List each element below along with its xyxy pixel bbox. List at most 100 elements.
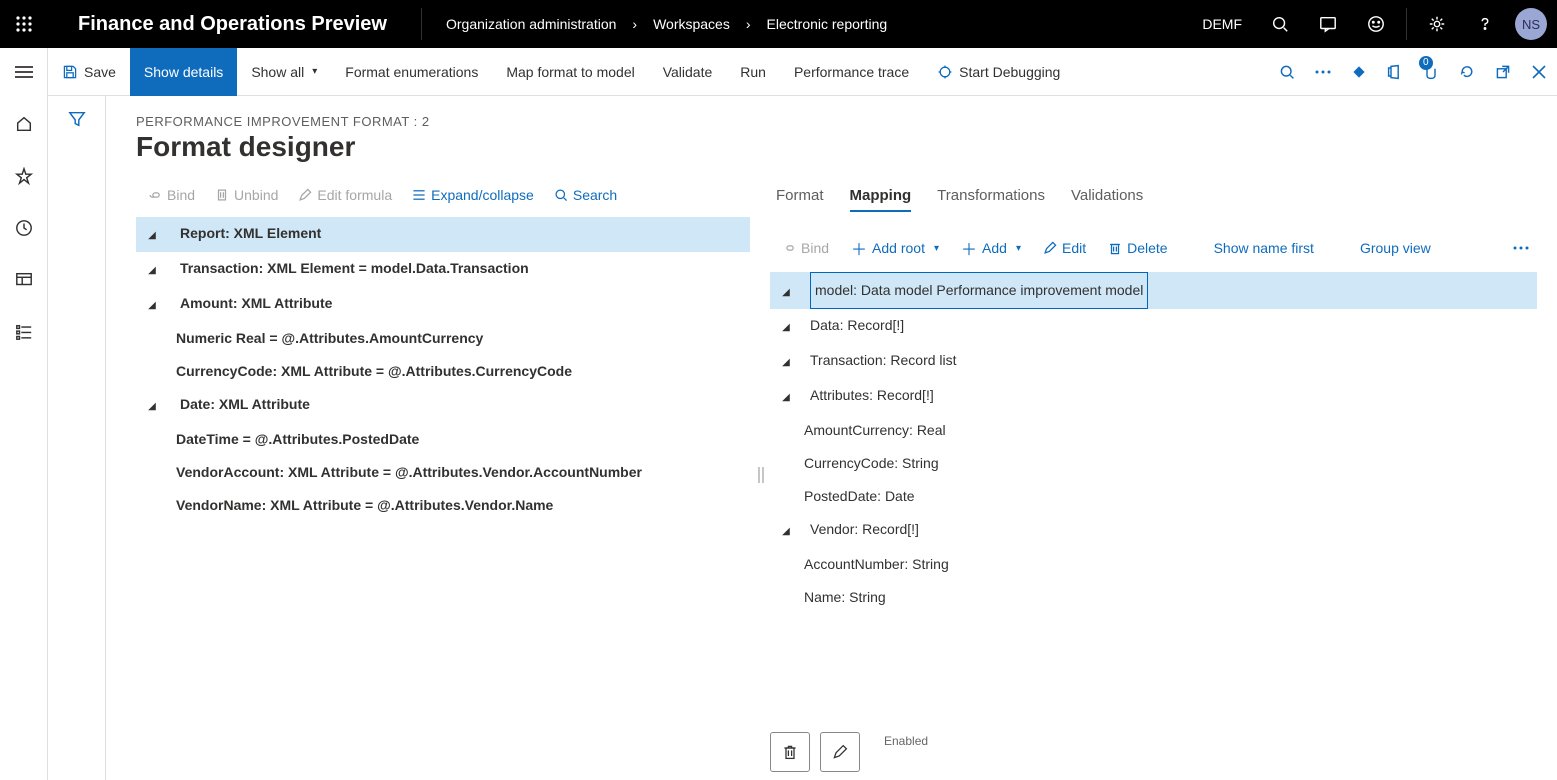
search-icon[interactable] <box>1269 48 1305 96</box>
hamburger-icon[interactable] <box>0 54 48 90</box>
home-icon[interactable] <box>0 106 48 142</box>
app-launcher-icon[interactable] <box>0 0 48 48</box>
more-icon[interactable] <box>1305 48 1341 96</box>
tree-node[interactable]: ◢Amount: XML Attribute <box>136 287 750 322</box>
command-bar: Save Show details Show all ▾ Format enum… <box>48 48 1557 96</box>
top-bar: Finance and Operations Preview Organizat… <box>0 0 1557 48</box>
search-button[interactable]: Search <box>548 183 623 207</box>
collapse-icon[interactable]: ◢ <box>146 390 158 423</box>
edit-formula-button[interactable]: Edit formula <box>292 183 398 207</box>
help-icon[interactable] <box>1461 0 1509 48</box>
tree-node[interactable]: CurrencyCode: XML Attribute = @.Attribut… <box>136 355 750 388</box>
tree-node[interactable]: Numeric Real = @.Attributes.AmountCurren… <box>136 322 750 355</box>
clock-icon[interactable] <box>0 210 48 246</box>
format-tree: ◢Report: XML Element ◢Transaction: XML E… <box>136 217 750 522</box>
add-root-button[interactable]: ＋Add root▾ <box>843 232 947 264</box>
tab-transformations[interactable]: Transformations <box>937 183 1045 212</box>
collapse-icon[interactable]: ◢ <box>146 219 158 252</box>
more-icon[interactable] <box>1505 242 1537 254</box>
gear-icon[interactable] <box>1413 0 1461 48</box>
tree-node[interactable]: AccountNumber: String <box>770 548 1537 581</box>
office-icon[interactable] <box>1377 48 1413 96</box>
tree-node[interactable]: Name: String <box>770 581 1537 614</box>
tree-node[interactable]: AmountCurrency: Real <box>770 414 1537 447</box>
smiley-icon[interactable] <box>1352 0 1400 48</box>
save-button[interactable]: Save <box>48 48 130 96</box>
bottom-bar: Enabled <box>770 718 1537 780</box>
tree-node[interactable]: VendorName: XML Attribute = @.Attributes… <box>136 489 750 522</box>
chevron-right-icon: › <box>746 16 751 32</box>
diamond-icon[interactable] <box>1341 48 1377 96</box>
group-view-button[interactable]: Group view <box>1352 236 1439 260</box>
divider <box>1406 8 1407 40</box>
tab-mapping[interactable]: Mapping <box>850 183 912 212</box>
avatar[interactable]: NS <box>1515 8 1547 40</box>
left-rail <box>0 48 48 780</box>
chevron-down-icon: ▾ <box>312 66 317 77</box>
unbind-button[interactable]: Unbind <box>209 183 284 207</box>
company-label[interactable]: DEMF <box>1188 16 1256 32</box>
collapse-icon[interactable]: ◢ <box>780 346 792 379</box>
bind-button[interactable]: Bind <box>774 236 837 260</box>
expand-collapse-button[interactable]: Expand/collapse <box>406 183 540 207</box>
tree-node[interactable]: VendorAccount: XML Attribute = @.Attribu… <box>136 456 750 489</box>
tree-node[interactable]: CurrencyCode: String <box>770 447 1537 480</box>
tree-node[interactable]: ◢Vendor: Record[!] <box>770 513 1537 548</box>
run-button[interactable]: Run <box>726 48 780 96</box>
page-caption: PERFORMANCE IMPROVEMENT FORMAT : 2 <box>136 114 1557 129</box>
chevron-down-icon: ▾ <box>934 243 939 254</box>
tree-node[interactable]: ◢Date: XML Attribute <box>136 388 750 423</box>
collapse-icon[interactable]: ◢ <box>146 254 158 287</box>
collapse-icon[interactable]: ◢ <box>780 515 792 548</box>
tree-node[interactable]: ◢model: Data model Performance improveme… <box>770 272 1537 309</box>
attachment-icon[interactable]: 0 <box>1413 48 1449 96</box>
collapse-icon[interactable]: ◢ <box>780 381 792 414</box>
start-debugging-button[interactable]: Start Debugging <box>923 48 1074 96</box>
tree-node[interactable]: DateTime = @.Attributes.PostedDate <box>136 423 750 456</box>
tree-node[interactable]: ◢Report: XML Element <box>136 217 750 252</box>
add-button[interactable]: ＋Add▾ <box>953 232 1029 264</box>
format-enumerations-button[interactable]: Format enumerations <box>331 48 492 96</box>
modules-icon[interactable] <box>0 314 48 350</box>
edit-icon-button[interactable] <box>820 732 860 772</box>
star-icon[interactable] <box>0 158 48 194</box>
breadcrumb-item[interactable]: Electronic reporting <box>767 16 888 32</box>
tree-node[interactable]: ◢Transaction: Record list <box>770 344 1537 379</box>
breadcrumb-item[interactable]: Organization administration <box>446 16 616 32</box>
chat-icon[interactable] <box>1304 0 1352 48</box>
brand-title: Finance and Operations Preview <box>48 13 421 36</box>
mapping-tabs: Format Mapping Transformations Validatio… <box>770 181 1537 222</box>
show-all-button[interactable]: Show all ▾ <box>237 48 331 96</box>
tab-validations[interactable]: Validations <box>1071 183 1143 212</box>
workspace-icon[interactable] <box>0 262 48 298</box>
close-icon[interactable] <box>1521 48 1557 96</box>
mapping-tree: ◢model: Data model Performance improveme… <box>770 272 1537 614</box>
validate-button[interactable]: Validate <box>649 48 727 96</box>
tab-format[interactable]: Format <box>776 183 824 212</box>
popout-icon[interactable] <box>1485 48 1521 96</box>
chevron-right-icon: › <box>632 16 637 32</box>
breadcrumb: Organization administration › Workspaces… <box>422 16 887 32</box>
chevron-down-icon: ▾ <box>1016 243 1021 254</box>
show-name-first-button[interactable]: Show name first <box>1206 236 1322 260</box>
delete-button[interactable]: Delete <box>1100 236 1175 260</box>
search-icon[interactable] <box>1256 0 1304 48</box>
map-format-button[interactable]: Map format to model <box>492 48 648 96</box>
delete-icon-button[interactable] <box>770 732 810 772</box>
collapse-icon[interactable]: ◢ <box>146 289 158 322</box>
tree-node[interactable]: PostedDate: Date <box>770 480 1537 513</box>
enabled-label: Enabled <box>884 734 928 748</box>
collapse-icon[interactable]: ◢ <box>780 311 792 344</box>
tree-node[interactable]: ◢Transaction: XML Element = model.Data.T… <box>136 252 750 287</box>
show-details-button[interactable]: Show details <box>130 48 237 96</box>
breadcrumb-item[interactable]: Workspaces <box>653 16 730 32</box>
filter-icon[interactable] <box>68 110 86 780</box>
collapse-icon[interactable]: ◢ <box>780 276 792 309</box>
tree-node[interactable]: ◢Attributes: Record[!] <box>770 379 1537 414</box>
performance-trace-button[interactable]: Performance trace <box>780 48 923 96</box>
tree-node[interactable]: ◢Data: Record[!] <box>770 309 1537 344</box>
bind-button[interactable]: Bind <box>142 183 201 207</box>
edit-button[interactable]: Edit <box>1035 236 1094 260</box>
pane-splitter[interactable] <box>750 181 770 780</box>
refresh-icon[interactable] <box>1449 48 1485 96</box>
